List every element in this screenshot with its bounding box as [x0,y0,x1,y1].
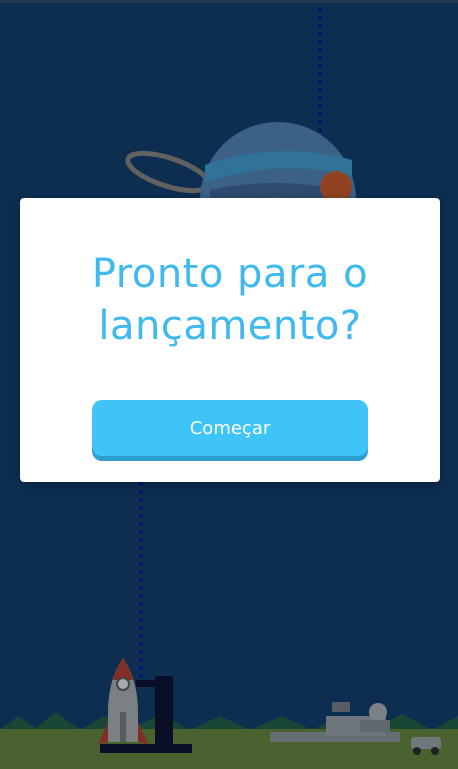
launch-dialog: Pronto para o lançamento? Começar [20,198,440,482]
start-button[interactable]: Começar [92,400,368,456]
dialog-title: Pronto para o lançamento? [91,251,369,349]
